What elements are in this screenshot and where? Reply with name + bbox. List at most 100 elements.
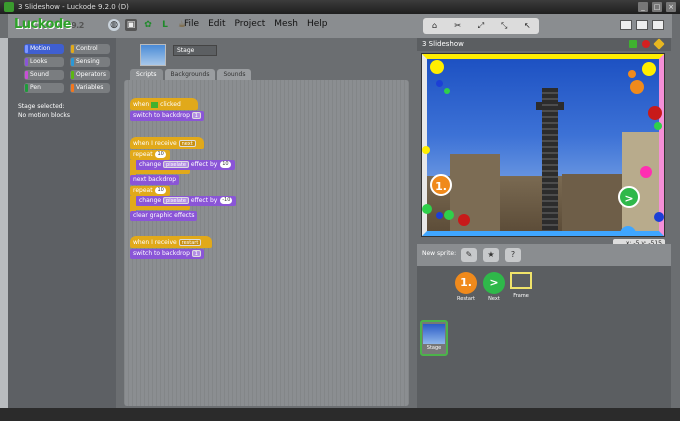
grow-icon[interactable]: ⤢ <box>476 21 486 31</box>
decor-dot <box>648 106 662 120</box>
clear-graphic-effects-block[interactable]: clear graphic effects <box>130 211 198 221</box>
turbo-icon[interactable] <box>653 38 665 50</box>
block-text: effect by <box>190 161 218 168</box>
language-icon[interactable]: L <box>159 19 171 31</box>
category-label: Motion <box>30 45 51 52</box>
restart-sprite[interactable]: 1. <box>430 174 452 196</box>
when-flag-clicked-block[interactable]: when clicked <box>130 98 198 110</box>
presentation-button[interactable] <box>652 20 664 30</box>
decor-dot <box>458 214 470 226</box>
category-label: Sound <box>30 71 49 78</box>
repeat-count-input[interactable]: 10 <box>155 187 166 194</box>
effect-dropdown[interactable]: pixelate <box>163 197 189 204</box>
settings-icon[interactable]: ✿ <box>142 19 154 31</box>
decor-dot <box>642 62 656 76</box>
stage-selected-label: Stage selected: <box>18 103 65 110</box>
sprite-thumb-label: Restart <box>457 296 475 302</box>
category-label: Pen <box>30 84 41 91</box>
save-icon[interactable]: ▣ <box>125 19 137 31</box>
sprite-thumb-restart[interactable]: 1. Restart <box>451 272 481 302</box>
menu-file[interactable]: File <box>184 19 199 29</box>
menu-edit[interactable]: Edit <box>208 19 225 29</box>
sprite-thumb-frame[interactable]: Frame <box>506 272 536 299</box>
stage-canvas[interactable]: 1. > <box>421 53 665 237</box>
when-i-receive-block[interactable]: when I receive restart <box>130 236 212 248</box>
stage-thumbnail[interactable]: Stage <box>420 320 448 356</box>
category-operators[interactable]: Operators <box>70 70 110 80</box>
next-backdrop-block[interactable]: next backdrop <box>130 175 180 185</box>
block-text: change <box>139 197 162 204</box>
decor-dot <box>436 80 443 87</box>
repeat-block[interactable]: repeat 10 <box>130 150 170 160</box>
repeat-block[interactable]: repeat 10 <box>130 186 170 196</box>
block-text: repeat <box>133 151 153 158</box>
next-sprite[interactable]: > <box>618 186 640 208</box>
block-text: clicked <box>160 101 181 108</box>
category-label: Sensing <box>76 58 100 65</box>
block-text: effect by <box>190 197 218 204</box>
category-motion[interactable]: Motion <box>24 44 64 54</box>
toolbar: ◍ ▣ ✿ L ☕ <box>108 19 188 31</box>
logo-version: 9.2 <box>71 21 84 30</box>
category-control[interactable]: Control <box>70 44 110 54</box>
green-flag-icon[interactable] <box>629 40 637 48</box>
block-text: when I receive <box>133 140 177 147</box>
globe-icon[interactable]: ◍ <box>108 19 120 31</box>
backdrop-dropdown[interactable]: 1 <box>191 250 201 257</box>
effect-value-input[interactable]: -10 <box>220 197 233 204</box>
title-bar: 3 Slideshow - Luckode 9.2.0 (D) _ □ × <box>0 0 680 14</box>
repeat-c-foot <box>130 206 190 210</box>
category-sound[interactable]: Sound <box>24 70 64 80</box>
tab-backgrounds[interactable]: Backgrounds <box>164 69 216 80</box>
message-dropdown[interactable]: next <box>178 140 196 147</box>
change-effect-block[interactable]: change pixelate effect by -10 <box>136 196 237 206</box>
menu-help[interactable]: Help <box>307 19 328 29</box>
decor-dot <box>430 60 444 74</box>
random-sprite-icon[interactable]: ? <box>505 248 521 262</box>
category-selector: Motion Control Looks Sensing Sound Opera… <box>16 40 116 96</box>
effect-value-input[interactable]: 10 <box>220 161 231 168</box>
minimize-button[interactable]: _ <box>638 2 648 12</box>
paint-sprite-icon[interactable]: ✎ <box>461 248 477 262</box>
delete-icon[interactable]: ✂ <box>453 21 463 31</box>
sprite-thumb-label: Next <box>488 296 500 302</box>
tab-sounds[interactable]: Sounds <box>217 69 252 80</box>
window-title: 3 Slideshow - Luckode 9.2.0 (D) <box>18 3 129 11</box>
category-sensing[interactable]: Sensing <box>70 57 110 67</box>
shrink-icon[interactable]: ⤡ <box>499 21 509 31</box>
pointer-icon[interactable]: ↖ <box>522 21 532 31</box>
normal-stage-button[interactable] <box>636 20 648 30</box>
editor-tabs: Scripts Backgrounds Sounds <box>130 69 252 80</box>
stop-icon[interactable] <box>642 40 650 48</box>
view-mode-buttons <box>620 20 664 30</box>
repeat-count-input[interactable]: 10 <box>155 151 166 158</box>
sprite-name-field[interactable]: Stage <box>173 45 217 56</box>
tab-scripts[interactable]: Scripts <box>130 69 163 80</box>
message-dropdown[interactable]: restart <box>178 239 202 246</box>
frame-sprite[interactable] <box>422 54 664 236</box>
menu-mesh[interactable]: Mesh <box>274 19 298 29</box>
close-button[interactable]: × <box>666 2 676 12</box>
category-pen[interactable]: Pen <box>24 83 64 93</box>
backdrop-dropdown[interactable]: 1 <box>191 112 201 119</box>
sprite-thumb-next[interactable]: > Next <box>479 272 509 302</box>
choose-sprite-icon[interactable]: ★ <box>483 248 499 262</box>
category-label: Operators <box>76 71 106 78</box>
switch-backdrop-block[interactable]: switch to backdrop 1 <box>130 111 204 121</box>
small-stage-button[interactable] <box>620 20 632 30</box>
change-effect-block[interactable]: change pixelate effect by 10 <box>136 160 235 170</box>
category-label: Looks <box>30 58 48 65</box>
menu-project[interactable]: Project <box>235 19 266 29</box>
effect-dropdown[interactable]: pixelate <box>163 161 189 168</box>
block-text: switch to backdrop <box>133 250 190 257</box>
category-variables[interactable]: Variables <box>70 83 110 93</box>
logo-text: Luckode <box>14 17 72 32</box>
script-area[interactable]: when clicked switch to backdrop 1 when I… <box>124 80 409 406</box>
new-sprite-label: New sprite: <box>422 250 457 257</box>
switch-backdrop-block[interactable]: switch to backdrop 1 <box>130 249 204 259</box>
stage-panel: 3 Slideshow 1. > New sprite: ✎ ★ ? 1. Re… <box>417 38 671 408</box>
duplicate-icon[interactable]: ⌂ <box>430 21 440 31</box>
maximize-button[interactable]: □ <box>652 2 662 12</box>
category-looks[interactable]: Looks <box>24 57 64 67</box>
when-i-receive-block[interactable]: when I receive next <box>130 137 204 149</box>
